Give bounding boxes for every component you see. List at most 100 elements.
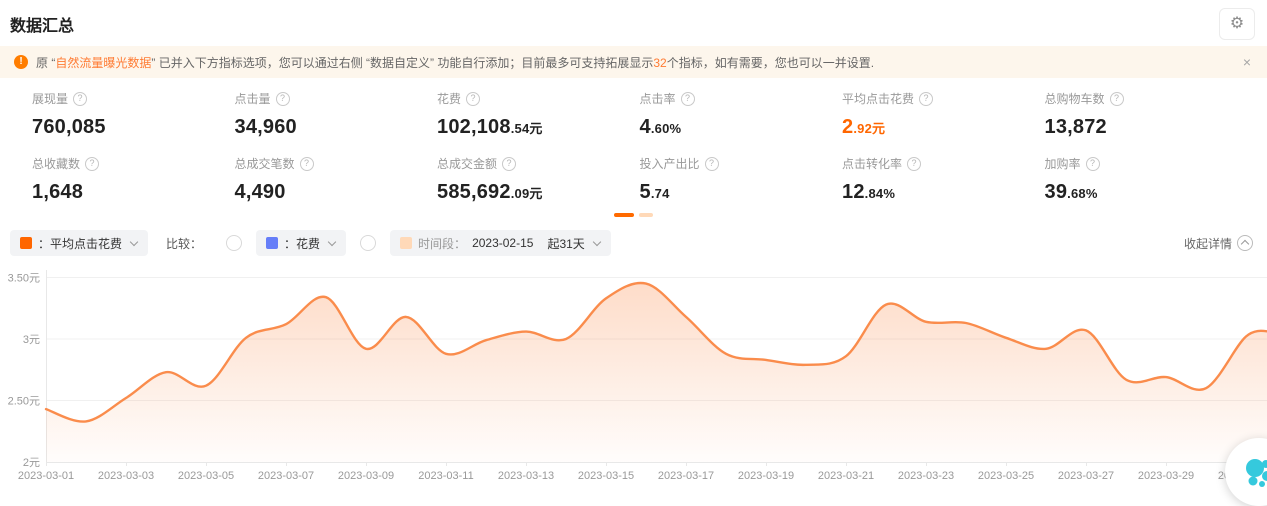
pager-bar-inactive[interactable] <box>639 213 653 217</box>
metric-value: 34,960 <box>235 116 438 139</box>
svg-text:2023-03-11: 2023-03-11 <box>418 470 473 482</box>
svg-text:2023-03-07: 2023-03-07 <box>258 470 314 482</box>
close-icon[interactable]: × <box>1241 54 1253 70</box>
metric-value: 760,085 <box>32 116 235 139</box>
compare-radio-1[interactable] <box>226 235 242 251</box>
mascot-icon <box>1239 452 1267 492</box>
period-date: 2023-02-15 <box>472 236 533 250</box>
metric-value: 2.92元 <box>842 116 1045 139</box>
page-title: 数据汇总 <box>10 12 74 36</box>
svg-text:2023-03-17: 2023-03-17 <box>658 470 714 482</box>
help-icon[interactable]: ? <box>681 92 695 106</box>
chevron-down-icon <box>130 239 138 247</box>
trend-chart[interactable]: 2元 2.50元 3元 3.50元 2023-03-01 2023-03-03 2023-0… <box>0 262 1267 490</box>
metric-value: 12.84% <box>842 181 1045 204</box>
help-icon[interactable]: ? <box>85 157 99 171</box>
svg-text:2023-03-01: 2023-03-01 <box>18 470 74 482</box>
metric-cell: 点击率 ? 4.60% <box>640 90 843 139</box>
metric-cell: 总成交笔数 ? 4,490 <box>235 155 438 204</box>
metric-label: 加购率 <box>1045 155 1081 172</box>
compare-swatch <box>266 237 278 249</box>
metric-cell: 花费 ? 102,108.54元 <box>437 90 640 139</box>
page-header: 数据汇总 ⚙ <box>0 0 1267 46</box>
metric-label: 总成交笔数 <box>235 155 295 172</box>
help-icon[interactable]: ? <box>1110 92 1124 106</box>
svg-text:2023-03-19: 2023-03-19 <box>738 470 794 482</box>
period-select[interactable]: 时间段： 2023-02-15 起31天 <box>390 230 611 256</box>
metric-label: 点击量 <box>235 90 271 107</box>
svg-text:2023-03-23: 2023-03-23 <box>898 470 954 482</box>
svg-text:2023-03-27: 2023-03-27 <box>1058 470 1114 482</box>
metric-value: 39.68% <box>1045 181 1248 204</box>
help-icon[interactable]: ? <box>502 157 516 171</box>
metric-select[interactable]: ：平均点击花费 <box>10 230 148 256</box>
help-icon[interactable]: ? <box>300 157 314 171</box>
help-icon[interactable]: ? <box>276 92 290 106</box>
period-swatch <box>400 237 412 249</box>
compare-label: 比较： <box>166 235 202 252</box>
metric-cell: 点击转化率 ? 12.84% <box>842 155 1045 204</box>
metric-label: 展现量 <box>32 90 68 107</box>
help-icon[interactable]: ? <box>907 157 921 171</box>
metric-label: 点击率 <box>640 90 676 107</box>
help-icon[interactable]: ? <box>919 92 933 106</box>
svg-text:2023-03-13: 2023-03-13 <box>498 470 554 482</box>
metric-cell: 展现量 ? 760,085 <box>32 90 235 139</box>
period-range: 起31天 <box>547 235 584 252</box>
metric-value: 4.60% <box>640 116 843 139</box>
metrics-pager <box>0 212 1267 218</box>
metric-label: 总成交金额 <box>437 155 497 172</box>
svg-text:2023-03-15: 2023-03-15 <box>578 470 634 482</box>
notice-link[interactable]: 自然流量曝光数据 <box>55 56 151 70</box>
collapse-details-button[interactable]: 收起详情 <box>1184 235 1253 252</box>
gear-icon: ⚙ <box>1230 16 1244 32</box>
compare-select[interactable]: ：花费 <box>256 230 346 256</box>
metric-value: 1,648 <box>32 181 235 204</box>
svg-text:2.50元: 2.50元 <box>8 396 40 408</box>
metric-cell: 点击量 ? 34,960 <box>235 90 438 139</box>
exclamation-icon: ! <box>14 55 28 69</box>
metrics-grid: 展现量 ? 760,085 点击量 ? 34,960 花费 ? 102,108.… <box>0 78 1267 204</box>
svg-text:2元: 2元 <box>23 457 40 469</box>
help-icon[interactable]: ? <box>466 92 480 106</box>
metric-value: 5.74 <box>640 181 843 204</box>
metric-label: 投入产出比 <box>640 155 700 172</box>
metric-swatch <box>20 237 32 249</box>
area-chart-canvas[interactable]: 2元 2.50元 3元 3.50元 2023-03-01 2023-03-03 2023-0… <box>0 262 1267 490</box>
metric-label: 点击转化率 <box>842 155 902 172</box>
metric-value: 102,108.54元 <box>437 116 640 139</box>
pager-bar-active[interactable] <box>614 213 634 217</box>
chevron-down-icon <box>593 239 601 247</box>
chart-controls: ：平均点击花费 比较： ：花费 时间段： 2023-02-15 起31天 收起详… <box>10 230 1257 256</box>
metric-label: 总购物车数 <box>1045 90 1105 107</box>
svg-text:2023-03-03: 2023-03-03 <box>98 470 154 482</box>
chevron-down-icon <box>328 239 336 247</box>
metric-cell: 总购物车数 ? 13,872 <box>1045 90 1248 139</box>
help-icon[interactable]: ? <box>73 92 87 106</box>
help-icon[interactable]: ? <box>1086 157 1100 171</box>
settings-button[interactable]: ⚙ <box>1219 8 1255 40</box>
svg-text:2023-03-05: 2023-03-05 <box>178 470 234 482</box>
metric-cell: 总成交金额 ? 585,692.09元 <box>437 155 640 204</box>
metric-value: 13,872 <box>1045 116 1248 139</box>
svg-text:2023-03-21: 2023-03-21 <box>818 470 874 482</box>
svg-text:2023-03-25: 2023-03-25 <box>978 470 1034 482</box>
metric-cell: 平均点击花费 ? 2.92元 <box>842 90 1045 139</box>
metric-cell: 加购率 ? 39.68% <box>1045 155 1248 204</box>
svg-text:3元: 3元 <box>23 334 40 346</box>
notice-text: 原 “自然流量曝光数据” 已并入下方指标选项，您可以通过右侧 “数据自定义” 功… <box>36 54 1231 71</box>
svg-text:2023-03-29: 2023-03-29 <box>1138 470 1194 482</box>
metric-cell: 总收藏数 ? 1,648 <box>32 155 235 204</box>
svg-text:2023-03-09: 2023-03-09 <box>338 470 394 482</box>
metric-cell: 投入产出比 ? 5.74 <box>640 155 843 204</box>
collapse-circle-up-icon <box>1237 235 1253 251</box>
metric-label: 花费 <box>437 90 461 107</box>
metric-label: 总收藏数 <box>32 155 80 172</box>
metric-value: 4,490 <box>235 181 438 204</box>
svg-text:3.50元: 3.50元 <box>8 273 40 285</box>
compare-radio-2[interactable] <box>360 235 376 251</box>
help-icon[interactable]: ? <box>705 157 719 171</box>
notice-banner: ! 原 “自然流量曝光数据” 已并入下方指标选项，您可以通过右侧 “数据自定义”… <box>0 46 1267 78</box>
metric-value: 585,692.09元 <box>437 181 640 204</box>
metric-label: 平均点击花费 <box>842 90 914 107</box>
